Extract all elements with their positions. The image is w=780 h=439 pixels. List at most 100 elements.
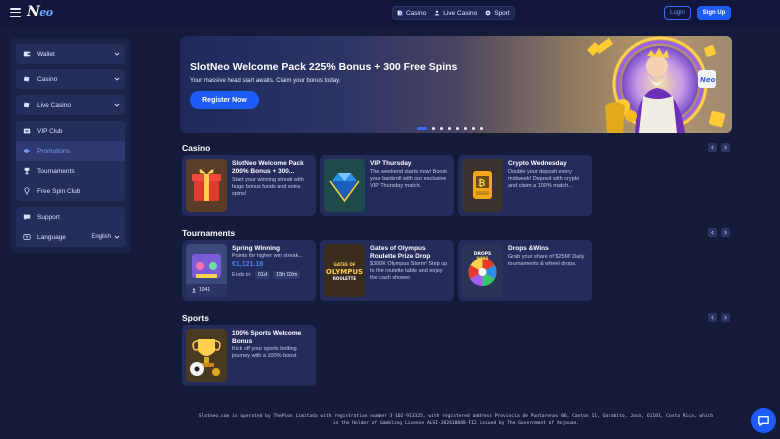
- signup-button[interactable]: Sign Up: [697, 6, 731, 20]
- sidebar-group-settings: Support Language English: [16, 207, 125, 247]
- live-casino-icon: [434, 10, 440, 16]
- thumb-text: OLYMPUS: [326, 268, 363, 276]
- users-icon: [192, 288, 196, 292]
- nav-casino-label: Casino: [406, 9, 427, 17]
- gift-box-thumbnail: [186, 159, 227, 212]
- nav-casino[interactable]: Casino: [397, 10, 426, 17]
- footer-line: is the Holder of Gambling License ALSI-2…: [332, 421, 580, 427]
- section-title-tournaments: Tournaments: [182, 228, 236, 238]
- sports-prev-button[interactable]: [708, 313, 717, 322]
- ends-in-time: 15h 02m: [273, 271, 301, 279]
- footer-line: Slotneo.com is operated by ThePion Limit…: [198, 414, 714, 419]
- sidebar-item-promotions[interactable]: Promotions: [16, 141, 125, 161]
- language-value: English: [91, 234, 111, 240]
- players-count-value: 1041: [199, 287, 211, 293]
- thumb-text: GATES OF: [334, 262, 356, 267]
- chevron-right-icon: [724, 145, 727, 150]
- carousel-dot[interactable]: [456, 127, 459, 130]
- ends-in-days: 01d: [254, 271, 271, 279]
- hamburger-menu-icon[interactable]: [10, 8, 21, 18]
- logo[interactable]: Neo: [27, 4, 53, 22]
- card-title: Gates of Olympus Roulette Prize Drop: [370, 245, 431, 260]
- chevron-left-icon: [711, 315, 714, 320]
- crypto-slot-thumbnail: ₿: [462, 159, 503, 212]
- thumb-text: ROULETTE: [333, 276, 357, 281]
- carousel-dot[interactable]: [432, 127, 435, 130]
- sidebar-item-live-casino[interactable]: Live Casino: [16, 95, 125, 115]
- nav-sport-label: Sport: [494, 9, 510, 17]
- tournament-card-spring-winning[interactable]: 1041 Spring Winning Points for higher wi…: [182, 240, 316, 301]
- diamond-thumbnail: [324, 159, 365, 212]
- nav-sport[interactable]: Sport: [485, 10, 510, 17]
- sports-card-welcome-bonus[interactable]: 100% Sports Welcome Bonus Kick off your …: [182, 325, 316, 386]
- license-footer: Slotneo.com is operated by ThePion Limit…: [170, 413, 742, 428]
- megaphone-icon: [22, 147, 31, 156]
- live-casino-icon: [22, 101, 31, 110]
- sidebar-item-language[interactable]: Language English: [16, 227, 125, 247]
- carousel-dot[interactable]: [417, 127, 427, 130]
- sidebar-item-label: Language: [37, 233, 66, 241]
- chevron-down-icon: [114, 77, 120, 81]
- chat-bubble-icon: [758, 416, 769, 426]
- sidebar-item-label: Free Spin Club: [37, 187, 81, 195]
- badge-text: Neo: [700, 76, 716, 84]
- card-title: Spring Winning: [232, 245, 280, 252]
- carousel-dot[interactable]: [440, 127, 443, 130]
- support-chat-icon: [22, 213, 31, 222]
- card-description: The weekend starts now! Boost your bankr…: [370, 169, 447, 190]
- section-title-sports: Sports: [182, 313, 209, 323]
- sidebar-item-label: Support: [37, 213, 60, 221]
- casino-next-button[interactable]: [721, 143, 730, 152]
- nav-live-casino[interactable]: Live Casino: [434, 10, 477, 17]
- sport-ball-icon: [485, 10, 491, 16]
- cards-icon: [397, 10, 403, 16]
- tournament-card-gates-of-olympus[interactable]: GATES OF OLYMPUS ROULETTE Gates of Olymp…: [320, 240, 454, 301]
- section-title-casino: Casino: [182, 143, 211, 153]
- card-description: $300K Olympus Storm! Step up to the roul…: [370, 261, 448, 282]
- card-title: 100% Sports Welcome Bonus: [232, 330, 302, 345]
- logo-main: N: [27, 4, 40, 20]
- svg-text:₿: ₿: [478, 178, 485, 189]
- carousel-dot[interactable]: [448, 127, 451, 130]
- vip-crown-icon: [22, 127, 31, 136]
- promo-banner[interactable]: SlotNeo Welcome Pack 225% Bonus + 300 Fr…: [180, 36, 732, 133]
- card-description: Grab your share of $25M! Daily tournamen…: [508, 254, 585, 268]
- carousel-dot[interactable]: [464, 127, 467, 130]
- gates-of-olympus-thumbnail: GATES OF OLYMPUS ROULETTE: [324, 244, 365, 297]
- sidebar-item-support[interactable]: Support: [16, 207, 125, 227]
- trophy-ball-thumbnail: [186, 329, 227, 382]
- carousel-dot[interactable]: [480, 127, 483, 130]
- casino-prev-button[interactable]: [708, 143, 717, 152]
- thumb-text: WINS: [476, 256, 488, 261]
- carousel-dot[interactable]: [472, 127, 475, 130]
- card-description: Kick off your sports betting journey wit…: [232, 346, 297, 360]
- sidebar-item-tournaments[interactable]: Tournaments: [16, 161, 125, 181]
- promo-card-crypto-wednesday[interactable]: ₿ Crypto Wednesday Double your deposit e…: [458, 155, 592, 216]
- card-title: Crypto Wednesday: [508, 160, 567, 167]
- sidebar-item-vip-club[interactable]: VIP Club: [16, 121, 125, 141]
- tournament-card-drops-wins[interactable]: DROPS WINS Drops &Wins Grab your share o…: [458, 240, 592, 301]
- promo-card-welcome-pack[interactable]: SlotNeo Welcome Pack 200% Bonus + 300...…: [182, 155, 316, 216]
- sidebar-item-label: VIP Club: [37, 127, 63, 135]
- chevron-left-icon: [711, 145, 714, 150]
- card-title: VIP Thursday: [370, 160, 412, 167]
- card-description: Double your deposit every midweek! Depos…: [508, 169, 580, 190]
- casino-chip-icon: [22, 75, 31, 84]
- sidebar-item-free-spin-club[interactable]: Free Spin Club: [16, 181, 125, 201]
- prize-amount: €1,121.18: [232, 261, 264, 268]
- sidebar-item-casino[interactable]: Casino: [16, 69, 125, 89]
- sports-next-button[interactable]: [721, 313, 730, 322]
- register-now-button[interactable]: Register Now: [190, 91, 259, 109]
- login-button[interactable]: Login: [664, 6, 691, 20]
- live-chat-button[interactable]: [751, 408, 776, 433]
- carousel-dots: [417, 127, 483, 130]
- ends-in: Ends in: 01d 15h 02m: [232, 271, 301, 279]
- tournaments-prev-button[interactable]: [708, 228, 717, 237]
- chevron-down-icon: [114, 103, 120, 107]
- tournaments-next-button[interactable]: [721, 228, 730, 237]
- banner-title: SlotNeo Welcome Pack 225% Bonus + 300 Fr…: [190, 61, 458, 73]
- promo-card-vip-thursday[interactable]: VIP Thursday The weekend starts now! Boo…: [320, 155, 454, 216]
- drops-wins-wheel-thumbnail: DROPS WINS: [462, 244, 503, 297]
- sidebar-item-label: Promotions: [37, 147, 70, 155]
- sidebar-item-wallet[interactable]: Wallet: [16, 44, 125, 64]
